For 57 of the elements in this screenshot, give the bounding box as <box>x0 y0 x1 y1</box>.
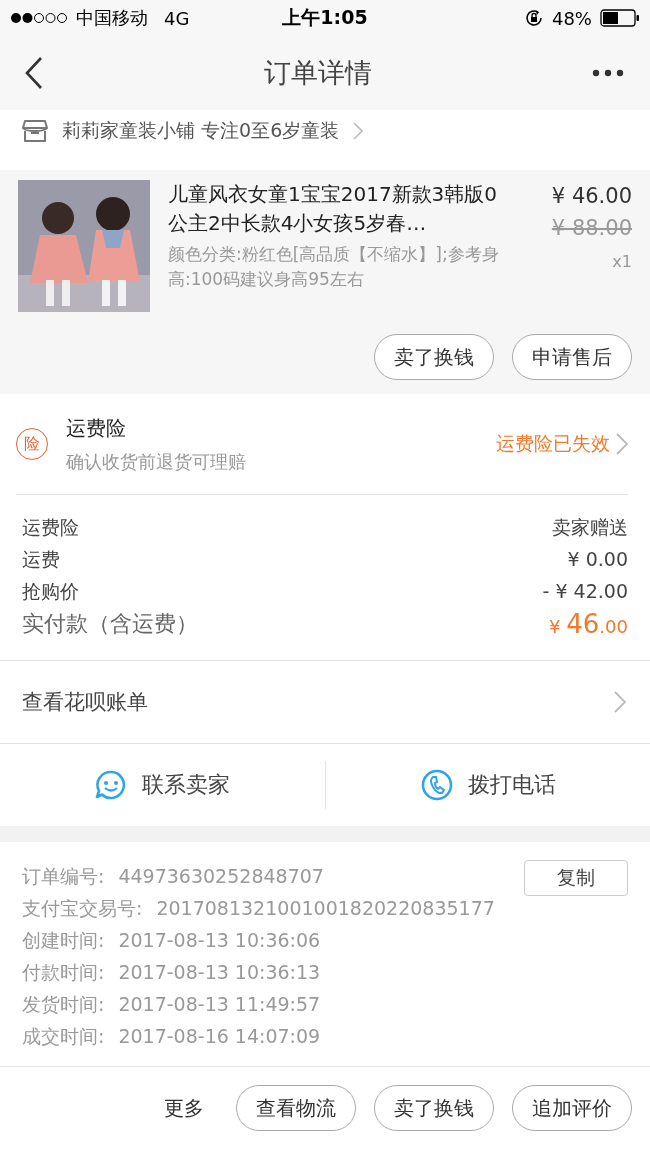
info-label: 支付宝交易号: <box>22 896 143 921</box>
phone-icon <box>419 769 454 801</box>
network-type: 4G <box>164 7 190 29</box>
info-value: 2017-08-13 10:36:13 <box>118 960 321 985</box>
product-action-button[interactable]: 申请售后 <box>512 334 632 380</box>
fee-value: - ¥ 42.00 <box>542 579 628 604</box>
info-label: 成交时间: <box>22 1024 105 1049</box>
info-label: 付款时间: <box>22 960 105 985</box>
info-value: 2017-08-16 14:07:09 <box>118 1024 321 1049</box>
info-label: 订单编号: <box>22 864 105 889</box>
huabei-row[interactable]: 查看花呗账单 <box>0 661 650 744</box>
quantity: x1 <box>612 252 632 271</box>
contact-button[interactable]: 拨打电话 <box>325 755 650 815</box>
total-label: 实付款（含运费） <box>22 610 198 638</box>
huabei-label: 查看花呗账单 <box>22 689 148 716</box>
insurance-row[interactable]: 险 运费险 确认收货前退货可理赔 运费险已失效 <box>16 394 628 495</box>
info-value: 2017-08-13 10:36:06 <box>118 928 321 953</box>
more-icon[interactable] <box>592 69 624 77</box>
battery-percent: 48% <box>551 7 592 29</box>
insurance-subtitle: 确认收货前退货可理赔 <box>66 449 247 474</box>
info-label: 发货时间: <box>22 992 105 1017</box>
contact-button[interactable]: 联系卖家 <box>0 755 325 815</box>
order-action-button[interactable]: 卖了换钱 <box>374 1085 494 1131</box>
fee-label: 抢购价 <box>22 579 79 604</box>
info-value: 2017081321001001820220835177 <box>156 896 495 921</box>
chevron-right-icon <box>616 433 628 455</box>
insurance-title: 运费险 <box>66 414 127 442</box>
signal-icon <box>10 12 68 24</box>
shop-name: 莉莉家童装小铺 专注0至6岁童装 <box>62 118 340 143</box>
fee-value: ¥ 0.00 <box>567 547 628 572</box>
info-value: 44973630252848707 <box>118 864 324 889</box>
product-card[interactable]: 儿童风衣女童1宝宝2017新款3韩版0公主2中长款4小女孩5岁春… 颜色分类:粉红色[高品质【不缩水】];参考身高:100码建议身高95左右 ¥ 46.00 ¥ 88.00 x1 卖了换钱 申请售后 <box>0 170 650 394</box>
chevron-right-icon <box>353 122 364 140</box>
copy-button[interactable]: 复制 <box>524 860 628 896</box>
product-sku: 颜色分类:粉红色[高品质【不缩水】];参考身高:100码建议身高95左右 <box>168 243 500 291</box>
product-title: 儿童风衣女童1宝宝2017新款3韩版0公主2中长款4小女孩5岁春… <box>168 181 499 237</box>
more-link[interactable]: 更多 <box>164 1094 204 1122</box>
battery-icon <box>600 9 640 27</box>
info-value: 2017-08-13 11:49:57 <box>118 992 321 1017</box>
clock: 上午1:05 <box>282 5 368 30</box>
info-label: 创建时间: <box>22 928 105 953</box>
fee-label: 运费 <box>22 547 60 572</box>
insurance-status: 运费险已失效 <box>496 431 610 456</box>
total-amount: ¥ 46.00 <box>549 608 628 641</box>
original-price: ¥ 88.00 <box>551 215 632 242</box>
rotation-lock-icon <box>523 8 544 28</box>
fee-value: 卖家赠送 <box>552 515 628 540</box>
store-icon <box>22 119 48 143</box>
page-title: 订单详情 <box>264 56 372 90</box>
product-action-button[interactable]: 卖了换钱 <box>374 334 494 380</box>
order-action-button[interactable]: 追加评价 <box>512 1085 632 1131</box>
back-icon[interactable] <box>24 56 44 90</box>
fee-label: 运费险 <box>22 515 79 540</box>
order-action-button[interactable]: 查看物流 <box>236 1085 356 1131</box>
chevron-right-icon <box>614 691 626 713</box>
carrier: 中国移动 <box>76 6 148 30</box>
product-price: ¥ 46.00 <box>551 183 632 210</box>
